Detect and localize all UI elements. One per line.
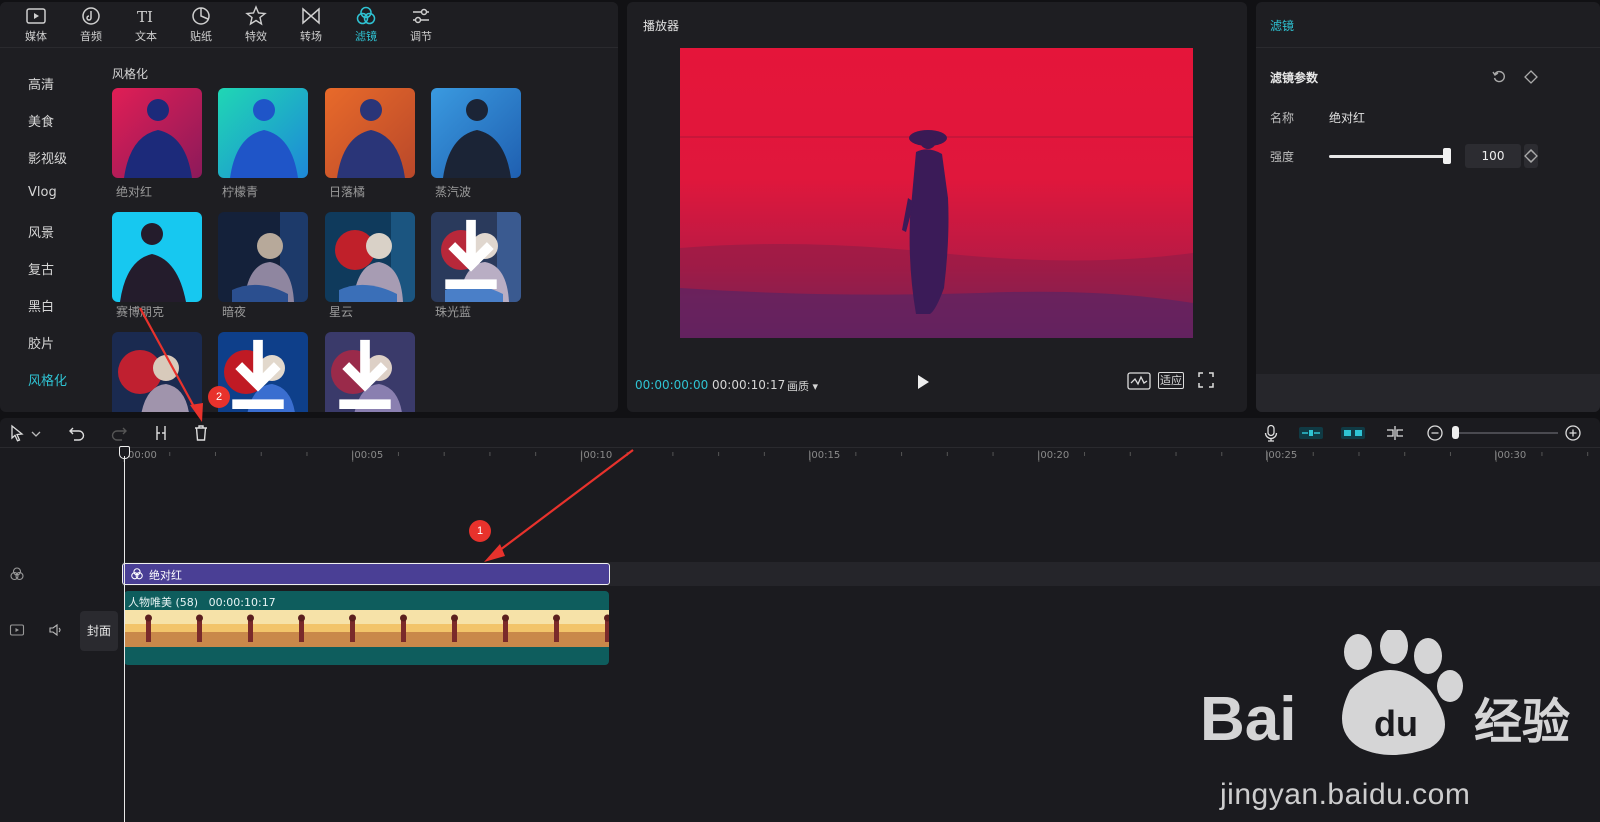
arrowhead [190,403,203,422]
svg-text:经验: 经验 [1474,694,1570,750]
step-badge-1: 1 [469,520,491,542]
arrow-to-delete-button [139,307,199,415]
watermark-url: jingyan.baidu.com [1220,778,1471,811]
step-badge-2: 2 [208,386,230,408]
svg-text:Bai: Bai [1200,685,1296,754]
svg-text:du: du [1374,703,1418,744]
arrowhead [484,544,505,562]
arrow-to-filter-clip [491,449,634,557]
